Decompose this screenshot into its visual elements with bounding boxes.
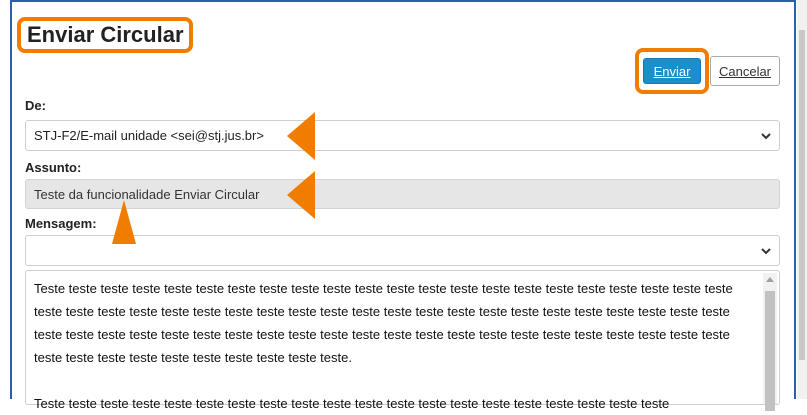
from-select[interactable]: STJ-F2/E-mail unidade <sei@stj.jus.br> <box>25 120 780 151</box>
title-highlight: Enviar Circular <box>17 17 193 53</box>
cancel-button[interactable]: Cancelar <box>710 56 780 86</box>
message-paragraph-1: Teste teste teste teste teste teste test… <box>34 281 733 365</box>
chevron-down-icon <box>761 132 771 139</box>
subject-label: Assunto: <box>25 160 82 175</box>
arrow-pointer-icon <box>287 171 315 219</box>
message-select[interactable] <box>25 235 780 266</box>
from-select-value: STJ-F2/E-mail unidade <sei@stj.jus.br> <box>34 128 264 143</box>
page-title: Enviar Circular <box>27 22 184 47</box>
textarea-scrollbar[interactable] <box>763 273 777 411</box>
scroll-up-icon[interactable] <box>766 277 774 282</box>
from-label: De: <box>25 98 46 113</box>
message-paragraph-2: Teste teste teste teste teste teste test… <box>34 396 670 411</box>
textarea-scrollbar-thumb[interactable] <box>765 291 775 411</box>
subject-field: Teste da funcionalidade Enviar Circular <box>25 179 780 209</box>
page-scrollbar-thumb[interactable] <box>799 30 805 360</box>
message-textarea[interactable]: Teste teste teste teste teste teste test… <box>25 270 780 411</box>
send-button[interactable]: Enviar <box>643 58 701 84</box>
message-label: Mensagem: <box>25 216 97 231</box>
chevron-down-icon <box>761 247 771 254</box>
send-highlight: Enviar <box>635 48 709 94</box>
arrow-pointer-icon <box>112 200 136 244</box>
subject-value: Teste da funcionalidade Enviar Circular <box>34 186 260 202</box>
arrow-pointer-icon <box>287 112 315 160</box>
page-scrollbar[interactable] <box>797 0 807 399</box>
